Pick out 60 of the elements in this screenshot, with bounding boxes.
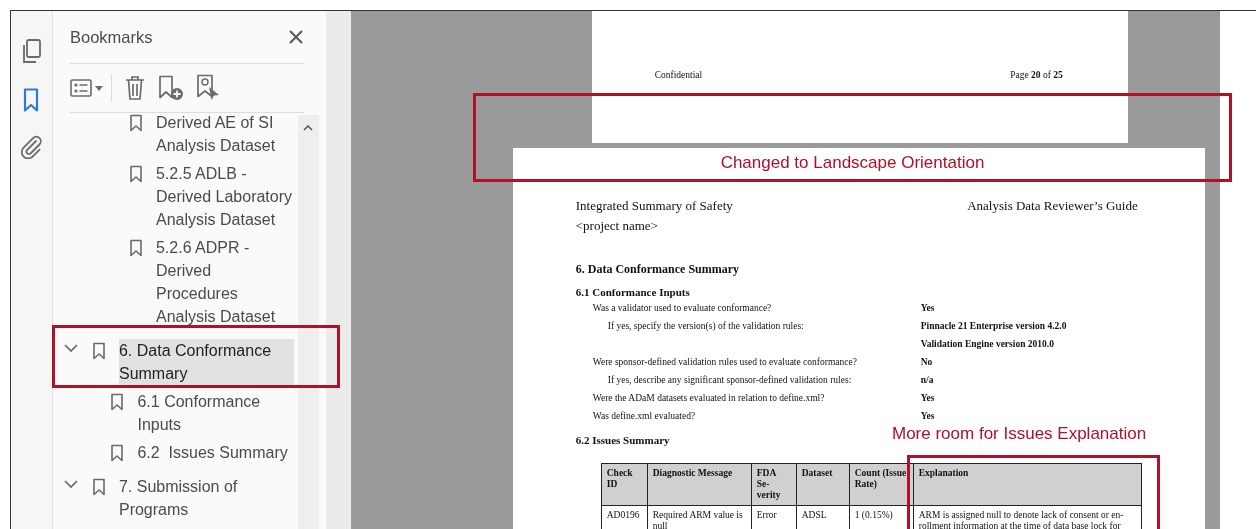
question-text: If yes, describe any significant sponsor-defined validation rules:: [606, 375, 853, 385]
bookmark-item[interactable]: 6. Data Conformance Summary: [118, 338, 294, 385]
bookmark-icon: [90, 477, 107, 497]
section-heading: 6. Data Conformance Summary: [575, 261, 741, 277]
bookmark-icon: [90, 341, 107, 361]
close-button[interactable]: [287, 29, 304, 45]
answer-text: Pinnacle 21 Enterprise version 4.2.0: [920, 321, 1068, 331]
bookmark-icon[interactable]: [23, 88, 40, 112]
pages-icon[interactable]: [20, 39, 43, 65]
answer-text: No: [920, 357, 934, 367]
bookmark-item[interactable]: 5.2.6 ADPR - Derived Procedures Analysis Dataset: [155, 235, 294, 328]
close-icon: [287, 29, 304, 45]
bookmark-icon: [109, 443, 126, 463]
caret-icon: [94, 85, 103, 91]
table-cell: AD0196: [601, 505, 648, 529]
chevron-down-icon[interactable]: [63, 343, 78, 353]
answer-text: Validation Engine version 2010.0: [920, 339, 1055, 349]
question-text: If yes, specify the version(s) of the validation rules:: [606, 321, 805, 331]
annotation-label: More room for Issues Explanation: [892, 424, 1147, 444]
column-header: Check ID: [601, 463, 648, 506]
bookmark-icon: [109, 392, 126, 412]
question-text: Was a validator used to evaluate conformance?: [591, 303, 773, 313]
bookmark-item[interactable]: Derived AE of SI Analysis Dataset: [155, 113, 294, 157]
subsection-heading: 6.2 Issues Summary: [575, 433, 670, 447]
document-title: Integrated Summary of Safety: [575, 198, 733, 214]
page-number: Page 20 of 25: [1010, 70, 1063, 80]
project-name: <project name>: [575, 218, 659, 234]
annotation-label: Changed to Landscape Orientation: [720, 153, 985, 173]
question-text: Were sponsor-defined validation rules used to evaluate conformance?: [591, 357, 858, 367]
list-icon: [69, 79, 92, 97]
answer-text: Yes: [920, 393, 936, 403]
bookmark-item[interactable]: 7. Submission of Programs: [118, 474, 294, 521]
options-button[interactable]: [69, 74, 112, 102]
bookmark-item[interactable]: 6.2 Issues Summary: [137, 440, 288, 464]
chevron-down-icon[interactable]: [63, 479, 78, 489]
column-header: FDA Se-verity: [751, 463, 797, 506]
bookmark-icon: [127, 113, 144, 133]
scroll-up-icon[interactable]: [303, 125, 314, 131]
column-header: Explanation: [913, 463, 1142, 506]
guide-title: Analysis Data Reviewer’s Guide: [967, 198, 1138, 214]
column-header: Diagnostic Message: [647, 463, 752, 506]
subsection-heading: 6.1 Conformance Inputs: [575, 285, 690, 299]
column-header: Count (Issue Rate): [849, 463, 914, 506]
add-bookmark-button[interactable]: [157, 75, 184, 101]
trash-button[interactable]: [123, 75, 146, 101]
answer-text: Yes: [920, 303, 936, 313]
answer-text: Yes: [920, 411, 936, 421]
column-header: Dataset: [796, 463, 850, 506]
bookmark-icon: [127, 238, 144, 258]
question-text: Were the ADaM datasets evaluated in relation to define.xml?: [591, 393, 826, 403]
trash-icon: [123, 75, 146, 101]
question-text: Was define.xml evaluated?: [591, 411, 697, 421]
panel-title: Bookmarks: [69, 27, 153, 47]
add-bookmark-icon: [157, 75, 184, 101]
bookmark-item[interactable]: 5.2.5 ADLB - Derived Laboratory Analysis Dataset: [155, 161, 294, 231]
page-footer: Confidential: [654, 70, 703, 80]
bookmark-item[interactable]: 6.1 Conformance Inputs: [137, 389, 294, 436]
answer-text: n/a: [920, 375, 935, 385]
paperclip-icon[interactable]: [19, 135, 44, 159]
bookmark-icon: [127, 164, 144, 184]
